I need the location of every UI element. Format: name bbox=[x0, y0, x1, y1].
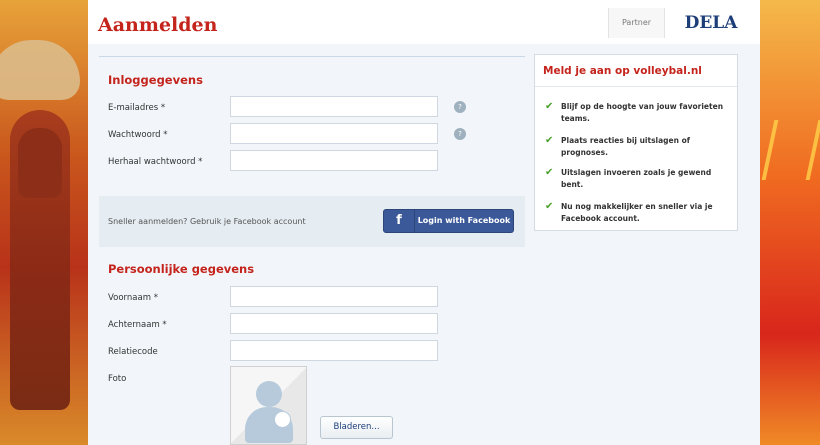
facebook-login-band: Sneller aanmelden? Gebruik je Facebook a… bbox=[99, 196, 525, 247]
help-icon[interactable]: ? bbox=[454, 128, 466, 140]
facebook-icon: f bbox=[384, 210, 415, 232]
benefit-text: Nu nog makkelijker en sneller via je Fac… bbox=[561, 202, 713, 223]
first-name-label: Voornaam * bbox=[108, 293, 158, 303]
registration-form: Inloggegevens E-mailadres * ? Wachtwoord… bbox=[99, 56, 525, 445]
check-icon: ✔ bbox=[545, 201, 554, 212]
facebook-prompt: Sneller aanmelden? Gebruik je Facebook a… bbox=[108, 217, 306, 226]
browse-button[interactable]: Bladeren... bbox=[320, 416, 393, 439]
dela-logo[interactable]: DELA bbox=[664, 8, 757, 38]
first-name-field[interactable] bbox=[230, 286, 438, 307]
top-bar: Aanmelden Partner DELA bbox=[88, 0, 760, 44]
email-label: E-mailadres * bbox=[108, 103, 166, 113]
signup-benefits-panel: Meld je aan op volleybal.nl ✔ Blijf op d… bbox=[534, 54, 738, 231]
main-content: Aanmelden Partner DELA Inloggegevens E-m… bbox=[88, 0, 760, 445]
photo-placeholder bbox=[230, 366, 307, 445]
facebook-login-label: Login with Facebook bbox=[417, 216, 511, 225]
check-icon: ✔ bbox=[545, 135, 554, 146]
email-field[interactable] bbox=[230, 96, 438, 117]
password-field[interactable] bbox=[230, 123, 438, 144]
decorative-v-shape bbox=[761, 120, 820, 180]
volleyball-shape bbox=[0, 40, 80, 100]
last-name-field[interactable] bbox=[230, 313, 438, 334]
facebook-login-button[interactable]: f Login with Facebook bbox=[383, 209, 514, 233]
avatar-head-icon bbox=[256, 381, 282, 407]
relation-code-field[interactable] bbox=[230, 340, 438, 361]
background-image-left bbox=[0, 0, 88, 445]
volleyball-icon bbox=[274, 411, 291, 428]
benefits-title: Meld je aan op volleybal.nl bbox=[543, 65, 702, 77]
benefit-text: Blijf op de hoogte van jouw favorieten t… bbox=[561, 102, 724, 123]
divider bbox=[99, 56, 525, 57]
repeat-password-label: Herhaal wachtwoord * bbox=[108, 157, 203, 167]
benefit-text: Uitslagen invoeren zoals je gewend bent. bbox=[561, 168, 712, 189]
background-image-right bbox=[760, 0, 820, 445]
photo-label: Foto bbox=[108, 374, 127, 384]
login-section-title: Inloggegevens bbox=[108, 73, 203, 87]
repeat-password-field[interactable] bbox=[230, 150, 438, 171]
relation-code-label: Relatiecode bbox=[108, 347, 158, 357]
hand-shape bbox=[18, 128, 62, 198]
password-label: Wachtwoord * bbox=[108, 130, 168, 140]
check-icon: ✔ bbox=[545, 101, 554, 112]
partner-label: Partner bbox=[608, 8, 664, 38]
page-title: Aanmelden bbox=[98, 14, 218, 36]
personal-section-title: Persoonlijke gegevens bbox=[108, 262, 255, 276]
divider bbox=[535, 86, 737, 87]
check-icon: ✔ bbox=[545, 167, 554, 178]
benefit-text: Plaats reacties bij uitslagen of prognos… bbox=[561, 136, 690, 157]
last-name-label: Achternaam * bbox=[108, 320, 167, 330]
help-icon[interactable]: ? bbox=[454, 101, 466, 113]
